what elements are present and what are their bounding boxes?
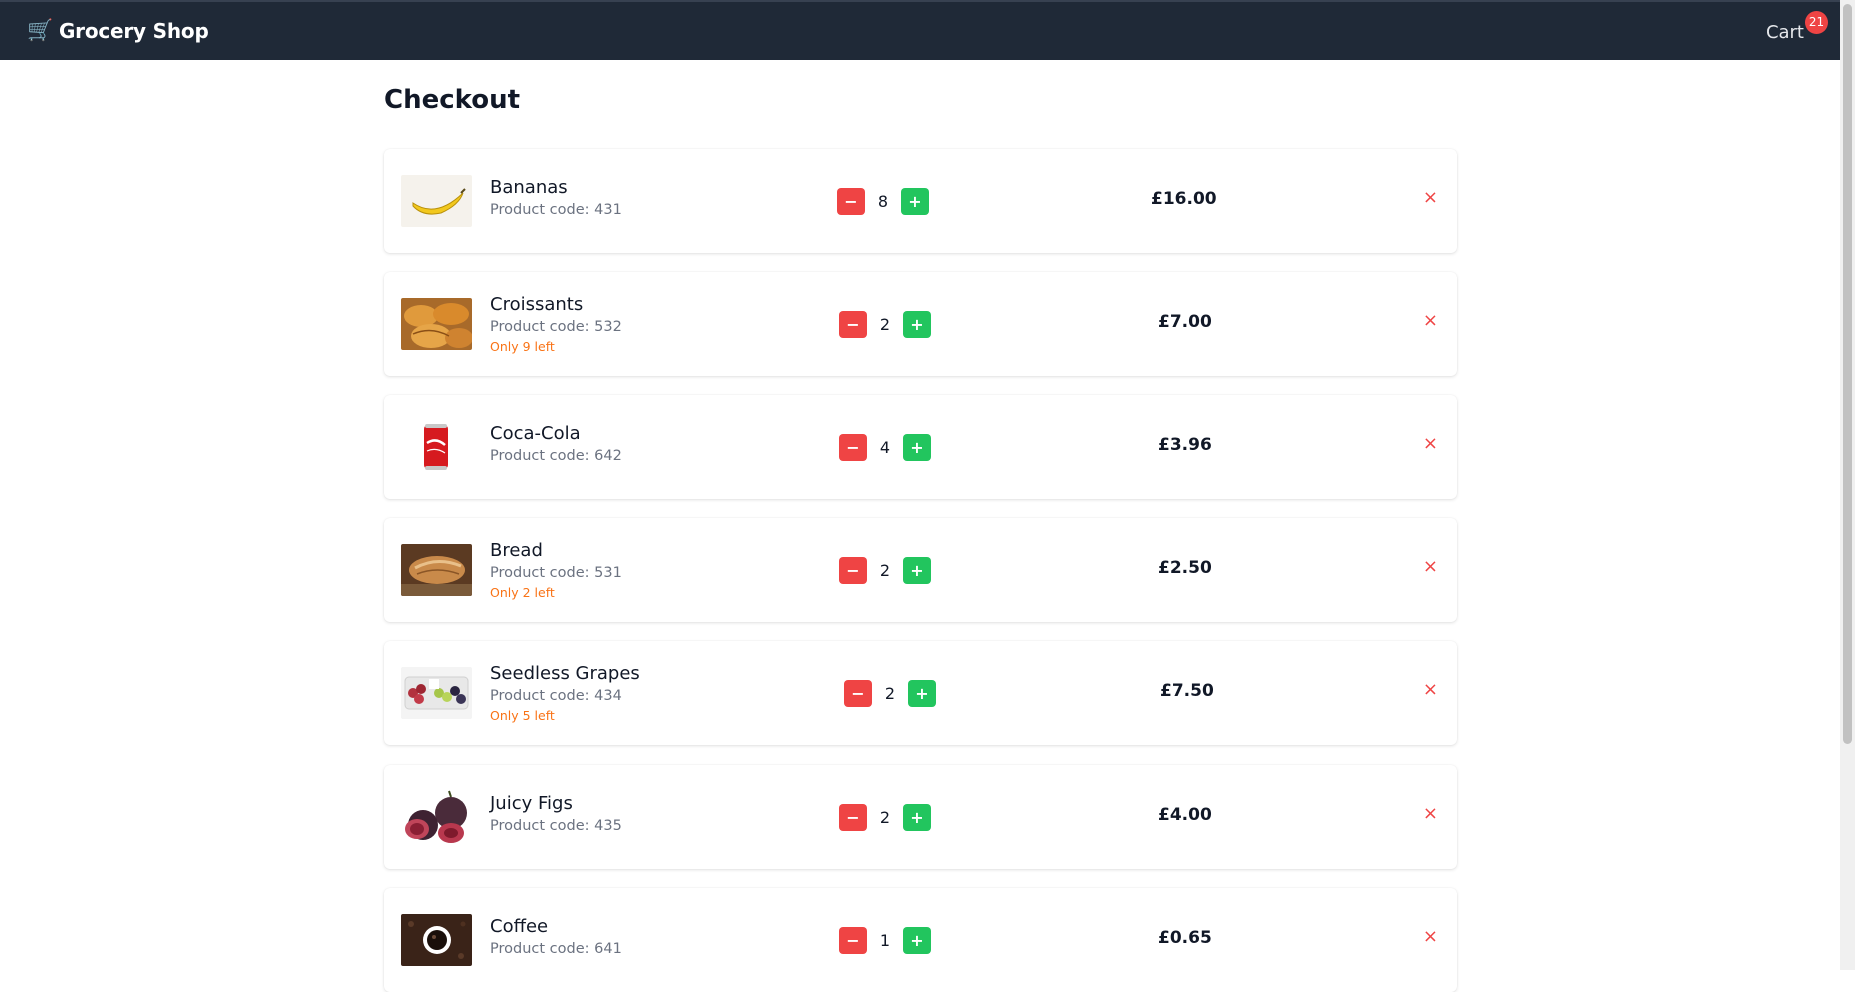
quantity-stepper: − 2 + (839, 803, 931, 831)
cola-can-image (401, 421, 472, 473)
cart-item: Coca-Cola Product code: 642 − 4 + £3.96 … (384, 395, 1457, 499)
decrease-quantity-button[interactable]: − (839, 556, 867, 584)
increase-quantity-button[interactable]: + (903, 556, 931, 584)
product-code: Product code: 431 (490, 202, 622, 218)
cart-item: Bananas Product code: 431 − 8 + £16.00 × (384, 149, 1457, 253)
item-price: £4.00 (1158, 805, 1212, 825)
product-code: Product code: 641 (490, 941, 622, 957)
banana-image (401, 175, 472, 227)
quantity-stepper: − 4 + (839, 433, 931, 461)
product-code: Product code: 532 (490, 319, 622, 335)
cart-item: Bread Product code: 531 Only 2 left − 2 … (384, 518, 1457, 622)
remove-item-icon[interactable]: × (1423, 926, 1438, 947)
remove-item-icon[interactable]: × (1423, 679, 1438, 700)
product-code: Product code: 434 (490, 688, 622, 704)
decrease-quantity-button[interactable]: − (839, 926, 867, 954)
quantity-value: 2 (879, 560, 891, 580)
decrease-quantity-button[interactable]: − (844, 679, 872, 707)
remove-item-icon[interactable]: × (1423, 187, 1438, 208)
item-price: £16.00 (1151, 189, 1217, 209)
product-code: Product code: 531 (490, 565, 622, 581)
quantity-stepper: − 8 + (837, 187, 929, 215)
quantity-value: 2 (884, 683, 896, 703)
increase-quantity-button[interactable]: + (903, 926, 931, 954)
remove-item-icon[interactable]: × (1423, 310, 1438, 331)
quantity-value: 1 (879, 930, 891, 950)
product-code: Product code: 642 (490, 448, 622, 464)
low-stock-warning: Only 9 left (490, 339, 555, 354)
remove-item-icon[interactable]: × (1423, 803, 1438, 824)
item-price: £3.96 (1158, 435, 1212, 455)
item-name: Bananas (490, 177, 568, 198)
navbar: 🛒 Grocery Shop Cart 21 (0, 0, 1840, 60)
product-code: Product code: 435 (490, 818, 622, 834)
bread-image (401, 544, 472, 596)
remove-item-icon[interactable]: × (1423, 433, 1438, 454)
item-name: Coca-Cola (490, 423, 581, 444)
decrease-quantity-button[interactable]: − (839, 310, 867, 338)
decrease-quantity-button[interactable]: − (839, 433, 867, 461)
item-name: Bread (490, 540, 543, 561)
quantity-value: 2 (879, 807, 891, 827)
cart-item: Juicy Figs Product code: 435 − 2 + £4.00… (384, 765, 1457, 869)
page-title: Checkout (384, 85, 521, 115)
grapes-image (401, 667, 472, 719)
coffee-image (401, 914, 472, 966)
low-stock-warning: Only 2 left (490, 585, 555, 600)
croissant-image (401, 298, 472, 350)
decrease-quantity-button[interactable]: − (839, 803, 867, 831)
increase-quantity-button[interactable]: + (903, 803, 931, 831)
quantity-value: 4 (879, 437, 891, 457)
item-name: Juicy Figs (490, 793, 573, 814)
item-name: Seedless Grapes (490, 663, 640, 684)
cart-item: Coffee Product code: 641 − 1 + £0.65 × (384, 888, 1457, 992)
item-price: £2.50 (1158, 558, 1212, 578)
item-name: Coffee (490, 916, 549, 937)
shopping-cart-icon: 🛒 (27, 18, 53, 42)
figs-image (401, 785, 472, 849)
brand-name: Grocery Shop (58, 18, 209, 43)
item-name: Croissants (490, 294, 584, 315)
low-stock-warning: Only 5 left (490, 708, 555, 723)
cart-item: Seedless Grapes Product code: 434 Only 5… (384, 641, 1457, 745)
quantity-stepper: − 2 + (839, 310, 931, 338)
quantity-stepper: − 2 + (839, 556, 931, 584)
cart-link[interactable]: Cart (1766, 22, 1804, 43)
scrollbar-thumb[interactable] (1843, 4, 1852, 744)
decrease-quantity-button[interactable]: − (837, 187, 865, 215)
increase-quantity-button[interactable]: + (908, 679, 936, 707)
item-price: £7.50 (1160, 681, 1214, 701)
quantity-value: 2 (879, 314, 891, 334)
quantity-value: 8 (877, 191, 889, 211)
cart-count-badge: 21 (1805, 11, 1828, 34)
increase-quantity-button[interactable]: + (903, 433, 931, 461)
brand-link[interactable]: 🛒 Grocery Shop (27, 18, 209, 43)
increase-quantity-button[interactable]: + (901, 187, 929, 215)
cart-item: Croissants Product code: 532 Only 9 left… (384, 272, 1457, 376)
increase-quantity-button[interactable]: + (903, 310, 931, 338)
quantity-stepper: − 1 + (839, 926, 931, 954)
remove-item-icon[interactable]: × (1423, 556, 1438, 577)
item-price: £7.00 (1158, 312, 1212, 332)
quantity-stepper: − 2 + (844, 679, 936, 707)
scrollbar-track[interactable] (1840, 0, 1855, 970)
item-price: £0.65 (1158, 928, 1212, 948)
